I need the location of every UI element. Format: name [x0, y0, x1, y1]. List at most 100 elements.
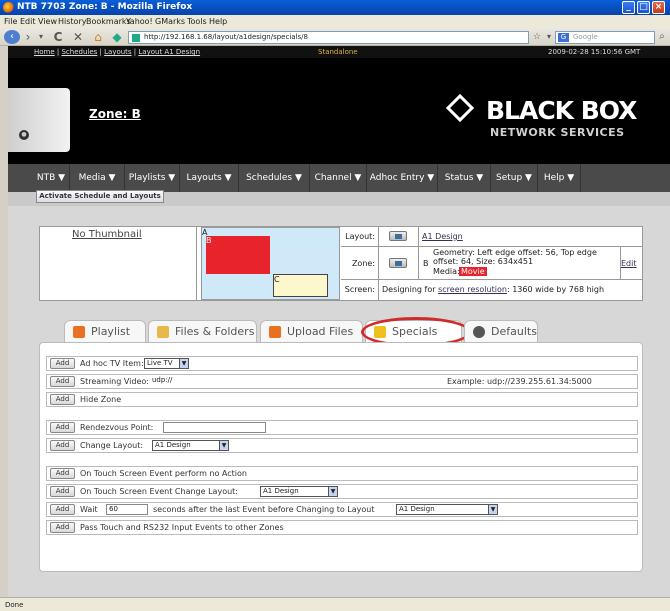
stop-icon[interactable]: ✕ [70, 30, 86, 44]
menu-tools[interactable]: Tools [187, 17, 207, 26]
nav-channel[interactable]: Channel ▼ [310, 164, 367, 192]
zone-title[interactable]: Zone: B [89, 107, 141, 121]
zone-c-label: C [274, 275, 280, 284]
menu-edit[interactable]: Edit [20, 17, 36, 26]
menu-gmarks[interactable]: GMarks [155, 17, 185, 26]
playlist-icon [73, 326, 85, 338]
forward-icon[interactable]: › [22, 30, 34, 44]
add-wait-button[interactable]: Add [50, 504, 75, 515]
url-dropdown-icon[interactable]: ▾ [544, 30, 554, 44]
zone-edit-icon[interactable] [389, 258, 407, 268]
nav-adhoc-entry[interactable]: Adhoc Entry ▼ [367, 164, 438, 192]
tab-upload-files[interactable]: Upload Files [260, 320, 363, 342]
logo-text: BLACK BOX [486, 96, 637, 125]
bookmark-star-icon[interactable]: ☆ [532, 30, 542, 44]
no-thumbnail-link[interactable]: No Thumbnail [72, 229, 142, 240]
nav-setup[interactable]: Setup ▼ [491, 164, 538, 192]
layout-link[interactable]: A1 Design [422, 232, 463, 241]
home-icon[interactable]: ⌂ [90, 30, 106, 44]
top-link-strip: Home | Schedules | Layouts | Layout A1 D… [8, 46, 670, 58]
breadcrumb: Home | Schedules | Layouts | Layout A1 D… [34, 48, 201, 56]
nav-status[interactable]: Status ▼ [438, 164, 491, 192]
wait-layout-value: A1 Design [399, 505, 435, 513]
link-layouts[interactable]: Layouts [104, 48, 131, 56]
chevron-down-icon: ▼ [179, 359, 188, 368]
search-go-icon[interactable]: ⌕ [656, 30, 668, 44]
tab-defaults[interactable]: Defaults [464, 320, 538, 342]
tab-files-label: Files & Folders [175, 325, 255, 338]
add-touch-no-action-button[interactable]: Add [50, 468, 75, 479]
screen-resolution-link[interactable]: screen resolution [438, 285, 507, 294]
clock: 2009-02-28 15:10:56 GMT [548, 48, 641, 56]
maximize-icon[interactable]: □ [637, 1, 650, 14]
chevron-down-icon: ▼ [488, 505, 497, 514]
zone-b-preview[interactable]: B [206, 236, 270, 274]
adhoc-select-value: Live TV [147, 359, 173, 367]
minimize-icon[interactable]: _ [622, 1, 635, 14]
add-rendezvous-button[interactable]: Add [50, 422, 75, 433]
close-icon[interactable]: × [652, 1, 665, 14]
zone-graphic: ● [8, 88, 70, 152]
wait-layout-select[interactable]: A1 Design ▼ [396, 504, 498, 515]
row-rendezvous: Add Rendezvous Point: [46, 420, 638, 435]
menu-help[interactable]: Help [209, 17, 227, 26]
nav-layouts[interactable]: Layouts ▼ [180, 164, 239, 192]
add-pass-touch-button[interactable]: Add [50, 522, 75, 533]
layout-label: Layout: [341, 227, 379, 247]
nav-ntb[interactable]: NTB ▼ [33, 164, 70, 192]
screen-label: Screen: [341, 280, 379, 300]
menu-view[interactable]: View [38, 17, 57, 26]
row-change-layout: Add Change Layout: A1 Design ▼ [46, 438, 638, 453]
link-home[interactable]: Home [34, 48, 55, 56]
tab-files-folders[interactable]: Files & Folders [148, 320, 257, 342]
site-identity-icon[interactable]: ◆ [110, 30, 124, 44]
tab-playlist[interactable]: Playlist [64, 320, 146, 342]
pass-touch-label: Pass Touch and RS232 Input Events to oth… [80, 523, 284, 532]
edit-cell: Edit [621, 247, 642, 280]
zone-detail-cell: B Geometry: Left edge offset: 56, Top ed… [419, 247, 621, 280]
touch-change-select[interactable]: A1 Design ▼ [260, 486, 338, 497]
url-bar[interactable]: http://192.168.1.68/layout/a1design/spec… [128, 31, 529, 44]
reload-icon[interactable]: C [50, 30, 66, 44]
row-touch-no-action: Add On Touch Screen Event perform no Act… [46, 466, 638, 481]
adhoc-label: Ad hoc TV Item: [80, 359, 144, 368]
media-value: Movie [459, 267, 487, 276]
menu-bookmarks[interactable]: Bookmarks [86, 17, 131, 26]
layout-edit-icon[interactable] [389, 231, 407, 241]
menu-yahoo[interactable]: Yahoo! [126, 17, 153, 26]
menu-file[interactable]: File [4, 17, 17, 26]
screen-prefix: Designing for [382, 285, 436, 294]
add-streaming-button[interactable]: Add [50, 376, 75, 387]
search-box[interactable]: G Google [555, 31, 655, 44]
wait-seconds-input[interactable]: 60 [106, 504, 148, 515]
add-touch-change-button[interactable]: Add [50, 486, 75, 497]
add-hide-zone-button[interactable]: Add [50, 394, 75, 405]
nav-schedules[interactable]: Schedules ▼ [239, 164, 310, 192]
zone-details-table: Layout: A1 Design Zone: B Geometry: Left… [341, 227, 642, 300]
row-streaming: Add Streaming Video: udp:// Example: udp… [46, 374, 638, 389]
change-layout-label: Change Layout: [80, 441, 144, 450]
back-icon[interactable]: ‹ [4, 30, 20, 44]
screen-suffix: : 1360 wide by 768 high [506, 285, 605, 294]
menu-history[interactable]: History [58, 17, 86, 26]
zone-c-preview[interactable]: C [273, 274, 328, 297]
nav-help[interactable]: Help ▼ [538, 164, 581, 192]
zone-info-panel: No Thumbnail A B C Layout: A1 Design Zon… [39, 226, 643, 301]
rendezvous-input[interactable] [163, 422, 266, 433]
nav-media[interactable]: Media ▼ [70, 164, 125, 192]
add-adhoc-button[interactable]: Add [50, 358, 75, 369]
history-dropdown-icon[interactable]: ▾ [36, 30, 46, 44]
activate-schedule-button[interactable]: Activate Schedule and Layouts [36, 190, 164, 203]
nav-playlists[interactable]: Playlists ▼ [125, 164, 180, 192]
adhoc-select[interactable]: Live TV ▼ [144, 358, 189, 369]
change-layout-select[interactable]: A1 Design ▼ [152, 440, 229, 451]
media-label: Media: [433, 267, 460, 276]
zone-edit-link[interactable]: Edit [621, 259, 637, 268]
link-layout-a1[interactable]: Layout A1 Design [138, 48, 200, 56]
zone-edit-cell [379, 247, 419, 280]
add-change-layout-button[interactable]: Add [50, 440, 75, 451]
link-schedules[interactable]: Schedules [61, 48, 97, 56]
wait-label: Wait [80, 505, 98, 514]
streaming-input[interactable]: udp:// [150, 376, 445, 387]
streaming-label: Streaming Video: [80, 377, 149, 386]
